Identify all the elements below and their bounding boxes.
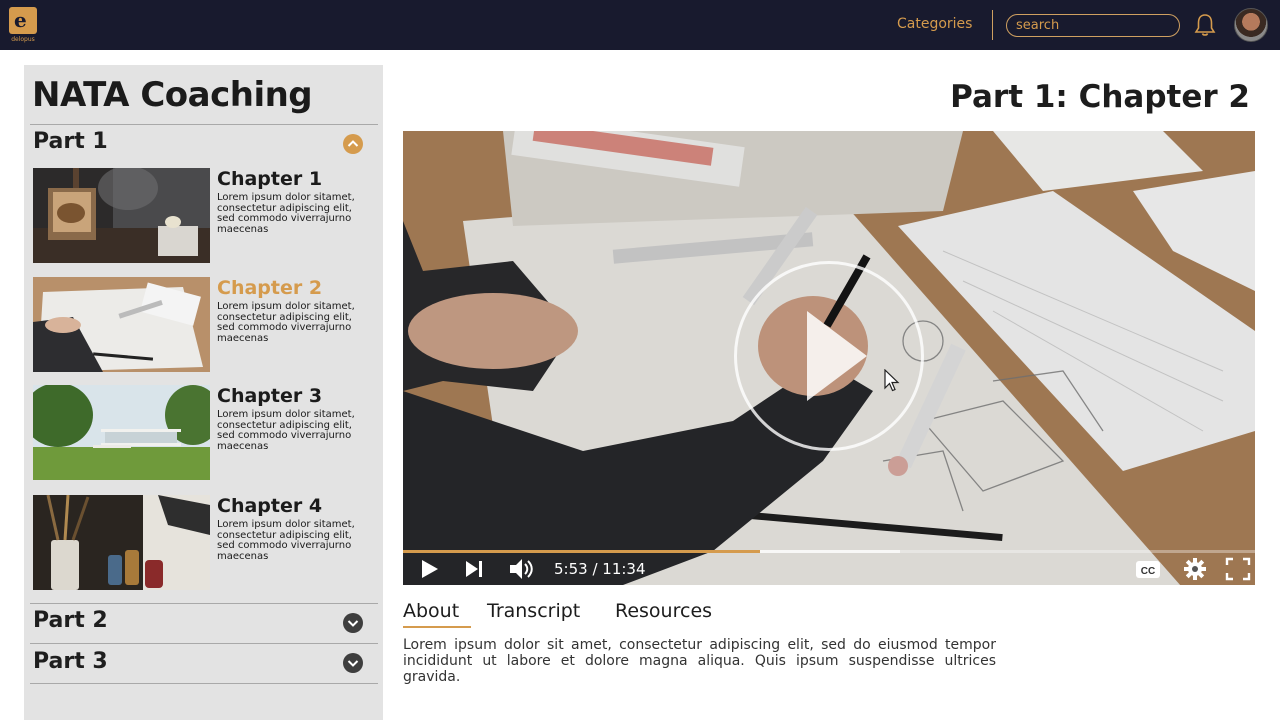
chapter-3-title: Chapter 3 bbox=[217, 385, 323, 407]
divider bbox=[30, 124, 378, 125]
divider bbox=[30, 603, 378, 604]
divider bbox=[30, 683, 378, 684]
mouse-cursor-icon bbox=[884, 369, 900, 392]
chevron-down-icon[interactable] bbox=[343, 653, 363, 673]
next-icon[interactable] bbox=[464, 555, 486, 583]
brand-logo[interactable]: e delopus bbox=[9, 7, 37, 44]
brand-name: delopus bbox=[11, 36, 35, 43]
logo-mark-icon: e bbox=[9, 7, 37, 34]
time-display: 5:53 / 11:34 bbox=[554, 560, 646, 578]
part-3-header[interactable]: Part 3 bbox=[33, 649, 108, 674]
divider bbox=[30, 643, 378, 644]
chapter-4-description: Lorem ipsum dolor sitamet, consectetur a… bbox=[217, 519, 355, 562]
chapter-3-thumbnail bbox=[33, 385, 210, 480]
top-nav: e delopus Categories bbox=[0, 0, 1280, 50]
play-overlay-button[interactable] bbox=[734, 261, 924, 451]
chapter-4-thumbnail bbox=[33, 495, 210, 590]
bell-icon[interactable] bbox=[1194, 13, 1216, 37]
search-input[interactable] bbox=[1006, 14, 1180, 37]
about-description: Lorem ipsum dolor sit amet, consectetur … bbox=[403, 637, 996, 685]
chevron-up-icon[interactable] bbox=[343, 134, 363, 154]
progress-buffered bbox=[760, 550, 900, 553]
progress-bar[interactable] bbox=[403, 550, 1255, 553]
settings-icon[interactable] bbox=[1182, 555, 1208, 583]
chapter-3-description: Lorem ipsum dolor sitamet, consectetur a… bbox=[217, 409, 355, 452]
captions-icon[interactable]: CC bbox=[1135, 555, 1161, 583]
chapter-2-description: Lorem ipsum dolor sitamet, consectetur a… bbox=[217, 301, 355, 344]
tab-about[interactable]: About bbox=[403, 600, 459, 622]
chapter-1-title: Chapter 1 bbox=[217, 168, 323, 190]
tab-resources[interactable]: Resources bbox=[615, 600, 712, 622]
svg-text:CC: CC bbox=[1141, 566, 1155, 577]
chapter-item-1[interactable]: Chapter 1 Lorem ipsum dolor sitamet, con… bbox=[33, 168, 373, 263]
play-overlay-icon bbox=[807, 311, 867, 401]
video-title: Part 1: Chapter 2 bbox=[950, 79, 1250, 115]
user-avatar[interactable] bbox=[1234, 8, 1268, 42]
course-sidebar: NATA Coaching Part 1 Chapter 1 Lorem ips… bbox=[24, 65, 383, 720]
chapter-2-title: Chapter 2 bbox=[217, 277, 323, 299]
video-player[interactable]: 5:53 / 11:34 CC bbox=[403, 131, 1255, 585]
chapter-item-2[interactable]: Chapter 2 Lorem ipsum dolor sitamet, con… bbox=[33, 277, 373, 372]
play-icon[interactable] bbox=[420, 555, 440, 583]
chapter-4-title: Chapter 4 bbox=[217, 495, 323, 517]
nav-divider bbox=[992, 10, 993, 40]
chapter-item-3[interactable]: Chapter 3 Lorem ipsum dolor sitamet, con… bbox=[33, 385, 373, 480]
chapter-1-description: Lorem ipsum dolor sitamet, consectetur a… bbox=[217, 192, 355, 235]
tab-transcript[interactable]: Transcript bbox=[487, 600, 580, 622]
active-tab-indicator bbox=[403, 626, 471, 628]
chapter-1-thumbnail bbox=[33, 168, 210, 263]
fullscreen-icon[interactable] bbox=[1225, 555, 1251, 583]
part-2-header[interactable]: Part 2 bbox=[33, 608, 108, 633]
part-1-header[interactable]: Part 1 bbox=[33, 129, 108, 154]
chapter-2-thumbnail bbox=[33, 277, 210, 372]
course-title: NATA Coaching bbox=[32, 75, 313, 115]
progress-played bbox=[403, 550, 760, 553]
volume-icon[interactable] bbox=[507, 555, 535, 583]
chevron-down-icon[interactable] bbox=[343, 613, 363, 633]
categories-link[interactable]: Categories bbox=[897, 16, 972, 32]
chapter-item-4[interactable]: Chapter 4 Lorem ipsum dolor sitamet, con… bbox=[33, 495, 373, 590]
